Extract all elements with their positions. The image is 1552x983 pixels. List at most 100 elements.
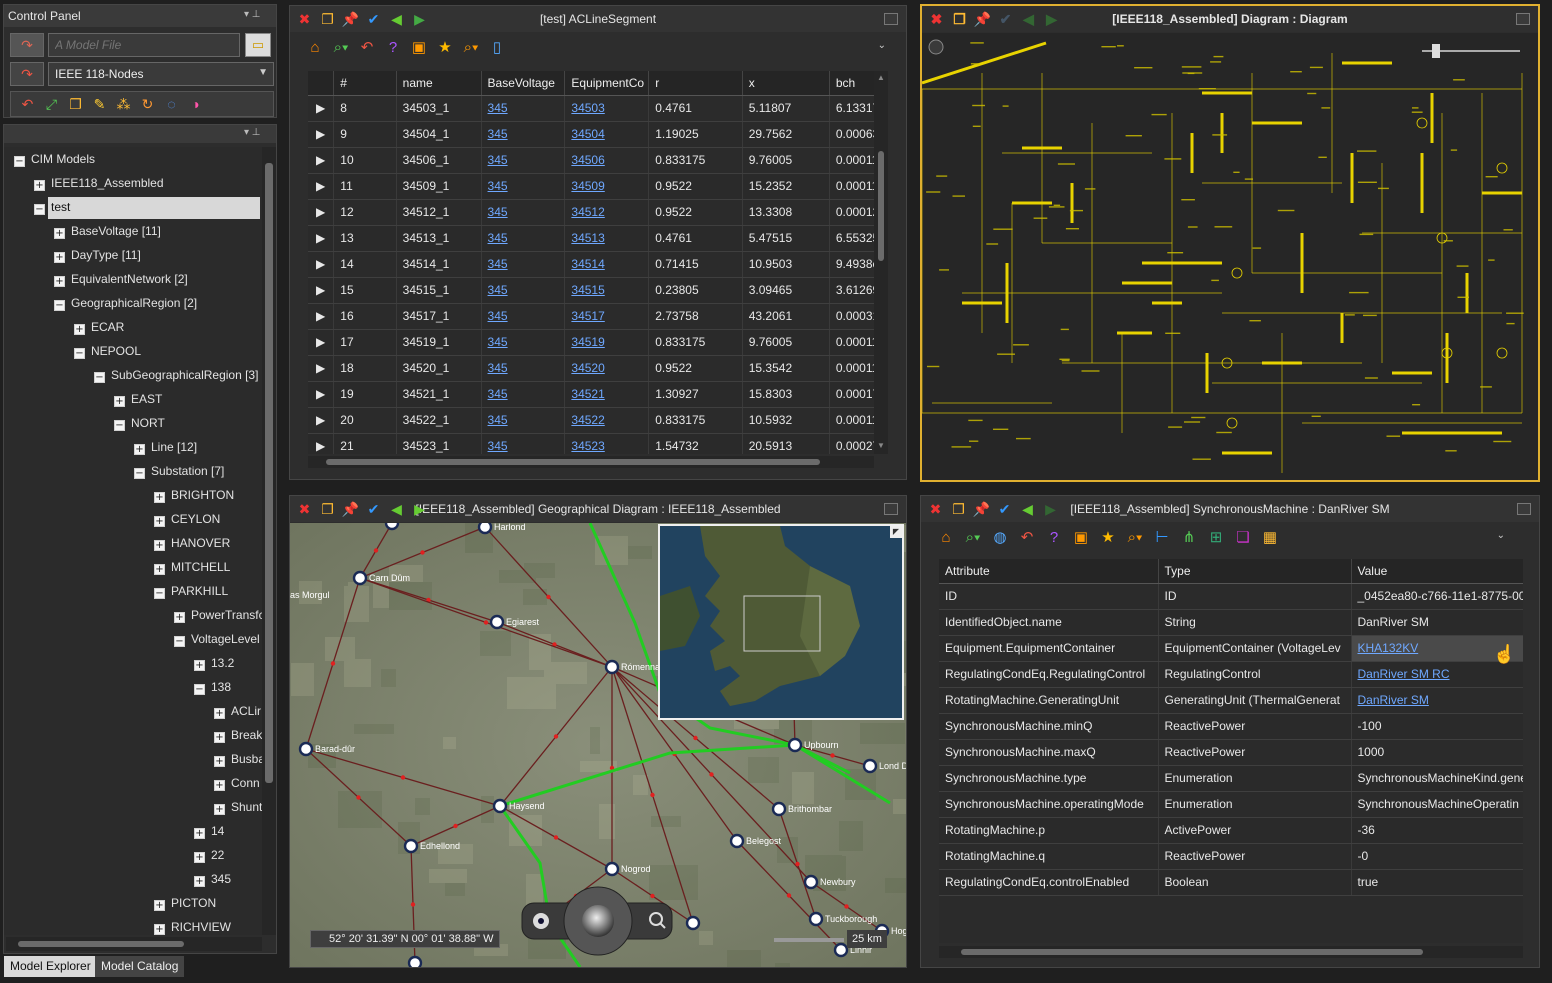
forward-arrow-icon[interactable]: ▶ [411, 501, 428, 518]
acline-vscroll[interactable]: ▲ ▼ [874, 71, 888, 454]
check-icon[interactable]: ✔ [365, 501, 382, 518]
float-icon[interactable]: ❐ [950, 501, 967, 518]
tree-node[interactable]: − NORT [114, 413, 165, 433]
row-expand-icon[interactable]: ▶ [308, 303, 335, 330]
refresh-icon[interactable]: ↻ [139, 96, 156, 113]
link-cell[interactable]: 345 [481, 355, 566, 382]
collapse-icon[interactable]: − [174, 636, 185, 647]
forward-arrow-icon[interactable]: ▶ [411, 11, 428, 28]
link-cell[interactable]: 34523 [564, 433, 650, 454]
expand-icon[interactable]: + [54, 252, 65, 263]
expand-icon[interactable]: + [74, 324, 85, 335]
undo-icon[interactable]: ↶ [1018, 528, 1036, 546]
link-cell[interactable]: 34522 [564, 407, 650, 434]
copy-icon[interactable]: ❐ [67, 96, 84, 113]
brush-icon[interactable]: ✎ [91, 96, 108, 113]
tree-node[interactable]: + Busba [214, 749, 262, 769]
tree-node[interactable]: + Conn [214, 773, 260, 793]
close-icon[interactable]: ✖ [928, 11, 945, 28]
expand-icon[interactable]: + [214, 780, 225, 791]
column-header[interactable]: bch [829, 71, 874, 96]
pin-icon[interactable]: ▾ ⊥ [244, 9, 261, 20]
find-icon[interactable]: ⌕▾ [964, 528, 982, 546]
table-row[interactable]: ▶834503_1345345030.47615.118076.13317e-0… [308, 95, 874, 122]
row-expand-icon[interactable]: ▶ [308, 225, 335, 252]
column-header[interactable]: x [742, 71, 830, 96]
collapse-icon[interactable]: − [154, 588, 165, 599]
bookmark-icon[interactable]: ▣ [1072, 528, 1090, 546]
link-cell[interactable]: 345 [481, 147, 566, 174]
tree-node[interactable]: +345 [194, 869, 231, 889]
row-expand-icon[interactable]: ▶ [308, 381, 335, 408]
table-row[interactable]: SynchronousMachine.operatingMode Enumerat… [939, 791, 1523, 818]
tree-node[interactable]: − CIM Models [14, 149, 95, 169]
folder-icon[interactable]: ▭ [245, 33, 271, 57]
link-cell[interactable]: 345 [481, 199, 566, 226]
expand-icon[interactable]: + [194, 876, 205, 887]
expand-icon[interactable]: + [214, 708, 225, 719]
link-cell[interactable]: 34514 [564, 251, 650, 278]
row-expand-icon[interactable]: ▶ [308, 95, 335, 122]
table-row[interactable]: IdentifiedObject.name String DanRiver SM [939, 609, 1523, 636]
expand-icon[interactable]: + [34, 180, 45, 191]
tab-model-catalog[interactable]: Model Catalog [95, 956, 185, 977]
tree-node[interactable]: − NEPOOL [74, 341, 141, 361]
expand-icon[interactable]: + [194, 660, 205, 671]
collapse-icon[interactable]: − [74, 348, 85, 359]
link-cell[interactable]: 34520 [564, 355, 650, 382]
tree-node[interactable]: + ECAR [74, 317, 124, 337]
expand-icon[interactable]: ⤢ [43, 96, 60, 113]
forward-arrow-icon[interactable]: ▶ [1042, 501, 1059, 518]
collapse-icon[interactable]: − [54, 300, 65, 311]
star-icon[interactable]: ★ [436, 38, 454, 56]
tree-node[interactable]: + IEEE118_Assembled [34, 173, 164, 193]
maximize-button[interactable] [1516, 13, 1530, 25]
link-cell[interactable]: 34521 [564, 381, 650, 408]
table-row[interactable]: ▶934504_1345345041.1902529.75620.0006301… [308, 121, 874, 148]
column-header[interactable]: r [648, 71, 743, 96]
nodes-icon[interactable]: ⁂ [115, 96, 132, 113]
row-expand-icon[interactable]: ▶ [308, 121, 335, 148]
tree-node[interactable]: +13.2 [194, 653, 234, 673]
collapse-icon[interactable]: − [94, 372, 105, 383]
book-icon[interactable]: ▯ [488, 38, 506, 56]
close-icon[interactable]: ✖ [296, 501, 313, 518]
bookmark-icon[interactable]: ▣ [410, 38, 428, 56]
pin-icon[interactable]: 📌 [342, 501, 359, 518]
collapse-icon[interactable]: − [14, 156, 25, 167]
sm-hscroll[interactable] [939, 946, 1523, 958]
tree-node[interactable]: −138 [194, 677, 231, 697]
tree-node[interactable]: − PARKHILL [154, 581, 228, 601]
tree-node[interactable]: − VoltageLevel [174, 629, 260, 649]
forward-arrow-icon[interactable]: ▶ [1043, 11, 1060, 28]
link-cell[interactable]: 34512 [564, 199, 650, 226]
model-file-input[interactable] [48, 33, 240, 57]
table-row[interactable]: ▶2034522_1345345220.83317510.59320.00011… [308, 407, 874, 434]
table-row[interactable]: Equipment.EquipmentContainer EquipmentCon… [939, 635, 1523, 662]
maximize-button[interactable] [884, 13, 898, 25]
table-row[interactable]: ▶1434514_1345345140.7141510.95039.4938e-… [308, 251, 874, 278]
chevron-down-icon[interactable]: ⌄ [1497, 530, 1505, 541]
single-line-diagram[interactable] [922, 33, 1538, 480]
check-icon[interactable]: ✔ [365, 11, 382, 28]
table-row[interactable]: ▶2134523_1345345231.5473220.59130.000270… [308, 433, 874, 454]
tree-node[interactable]: − Substation [7] [134, 461, 224, 481]
tree-node[interactable]: + Line [12] [134, 437, 197, 457]
expand-icon[interactable]: + [154, 900, 165, 911]
color-wheel-icon[interactable]: ◑ [187, 96, 204, 113]
tree-node[interactable]: + RICHVIEW [154, 917, 231, 935]
table-row[interactable]: RegulatingCondEq.RegulatingControl Regula… [939, 661, 1523, 688]
globe-icon[interactable]: ◍ [991, 528, 1009, 546]
link-cell[interactable]: 345 [481, 121, 566, 148]
expand-icon[interactable]: + [214, 756, 225, 767]
table-row[interactable]: SynchronousMachine.minQ ReactivePower -100 [939, 713, 1523, 740]
pin-icon[interactable]: 📌 [973, 501, 990, 518]
find-icon[interactable]: ⌕▾ [332, 38, 350, 56]
expand-icon[interactable]: + [154, 492, 165, 503]
expand-icon[interactable]: + [54, 276, 65, 287]
tree-node[interactable]: + BaseVoltage [11] [54, 221, 161, 241]
tree-node[interactable]: + PICTON [154, 893, 216, 913]
grid-icon[interactable]: ⊞ [1207, 528, 1225, 546]
link-cell[interactable]: 34515 [564, 277, 650, 304]
close-icon[interactable]: ✖ [927, 501, 944, 518]
